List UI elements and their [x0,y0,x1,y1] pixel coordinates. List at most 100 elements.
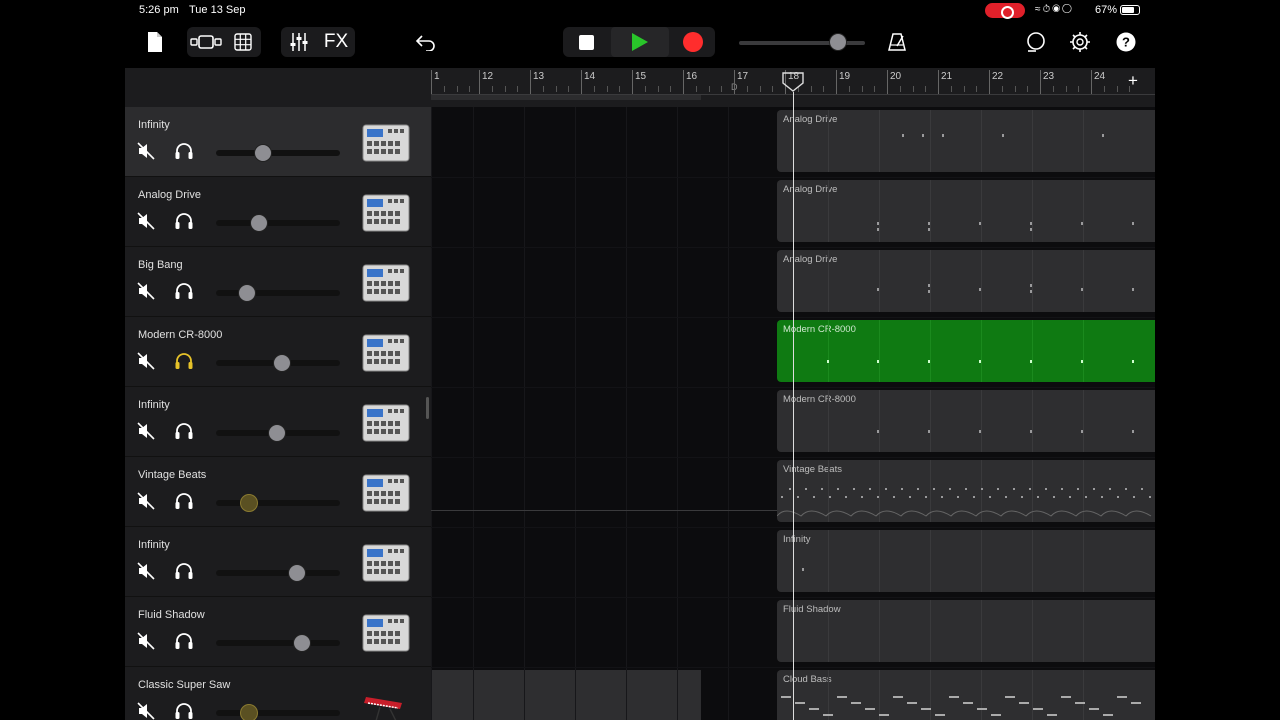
metronome-button[interactable] [885,27,909,57]
mute-icon[interactable] [137,282,155,300]
track-region[interactable]: Fluid Shadow [777,600,1155,662]
play-button[interactable] [611,27,669,57]
region-bar-line [981,530,982,592]
track-region[interactable]: Analog Drive [777,110,1155,172]
track-volume-slider[interactable] [216,220,340,226]
ruler-beat-tick [456,86,458,92]
region-block-left[interactable] [431,670,701,720]
ruler-bar-tick [683,70,684,94]
midi-note [1081,222,1083,225]
headphones-icon[interactable] [174,632,194,650]
ruler-beat-tick [542,86,544,92]
mute-icon[interactable] [137,352,155,370]
track-volume-slider[interactable] [216,710,340,716]
headphones-icon[interactable] [174,702,194,720]
track-volume-knob[interactable] [254,144,273,162]
grid-view-button[interactable] [229,27,257,57]
my-songs-button[interactable] [143,27,167,57]
track-region[interactable]: Modern CR-8000 [777,390,1155,452]
mute-icon[interactable] [137,702,155,720]
region-bar-line [930,180,931,242]
track-header[interactable]: Infinity [125,107,431,177]
tracks-view-button[interactable] [189,27,223,57]
fx-button[interactable]: FX [321,27,351,57]
track-volume-knob[interactable] [240,494,259,512]
headphones-icon[interactable] [174,142,194,160]
track-volume-knob[interactable] [287,564,306,582]
bar-gridline [431,107,432,720]
track-volume-slider[interactable] [216,640,340,646]
track-header[interactable]: Vintage Beats [125,457,431,527]
record-icon [683,32,703,52]
loop-browser-button[interactable] [1023,27,1049,57]
track-volume-slider[interactable] [216,500,340,506]
mute-icon[interactable] [137,632,155,650]
track-volume-knob[interactable] [240,704,259,720]
midi-note [1125,488,1127,490]
headphones-icon[interactable] [174,212,194,230]
region-bar-line [981,180,982,242]
track-region[interactable]: Analog Drive [777,250,1155,312]
track-header[interactable]: Infinity [125,527,431,597]
track-volume-knob[interactable] [267,424,286,442]
track-volume-knob[interactable] [292,634,311,652]
track-header[interactable]: Classic Super Saw [125,667,431,720]
midi-note [1089,708,1099,710]
mute-icon[interactable] [137,142,155,160]
track-header[interactable]: Infinity [125,387,431,457]
stop-button[interactable] [569,27,603,57]
track-region[interactable]: Vintage Beats [777,460,1155,522]
track-name: Classic Super Saw [138,679,231,691]
midi-note [1132,430,1134,433]
track-region[interactable]: Cloud Bass [777,670,1155,720]
playhead-handle[interactable] [781,72,805,92]
undo-button[interactable] [413,27,439,57]
grid-icon [234,33,252,51]
track-region[interactable]: Analog Drive [777,180,1155,242]
mute-icon[interactable] [137,492,155,510]
settings-button[interactable] [1067,27,1093,57]
track-name: Analog Drive [138,189,201,201]
midi-note [977,708,987,710]
headphones-icon[interactable] [174,492,194,510]
track-volume-knob[interactable] [272,354,291,372]
master-volume-knob[interactable] [829,33,847,51]
region-bar-line [879,320,880,382]
midi-note [1047,714,1057,716]
headphones-icon[interactable] [174,422,194,440]
region-bar-line [828,530,829,592]
track-volume-slider[interactable] [216,290,340,296]
ruler-beat-tick [491,86,493,92]
track-header[interactable]: Modern CR-8000 [125,317,431,387]
help-button[interactable]: ? [1113,27,1139,57]
track-header[interactable]: Big Bang [125,247,431,317]
ruler-beat-tick [963,86,965,92]
midi-note [1030,360,1032,363]
track-volume-knob[interactable] [238,284,256,302]
record-button[interactable] [677,27,709,57]
mute-icon[interactable] [137,212,155,230]
headphones-icon[interactable] [174,282,194,300]
midi-note [1019,702,1029,704]
track-header[interactable]: Analog Drive [125,177,431,247]
track-header[interactable]: Fluid Shadow [125,597,431,667]
track-volume-slider[interactable] [216,570,340,576]
add-section-button[interactable]: + [1128,71,1138,91]
track-volume-knob[interactable] [250,214,269,232]
region-name: Analog Drive [783,184,838,195]
region-bar-line [1083,180,1084,242]
track-region[interactable]: Modern CR-8000 [777,320,1155,382]
track-volume-slider[interactable] [216,150,340,156]
track-region[interactable]: Infinity [777,530,1155,592]
midi-note [973,496,975,498]
ruler-bar-number: 20 [890,71,902,82]
region-bar-line [1032,320,1033,382]
headphones-icon[interactable] [174,562,194,580]
midi-note [885,488,887,490]
ruler-beat-tick [1001,86,1003,92]
track-controls-button[interactable] [285,27,313,57]
midi-note [853,488,855,490]
mute-icon[interactable] [137,562,155,580]
headphones-icon[interactable] [174,352,194,370]
mute-icon[interactable] [137,422,155,440]
